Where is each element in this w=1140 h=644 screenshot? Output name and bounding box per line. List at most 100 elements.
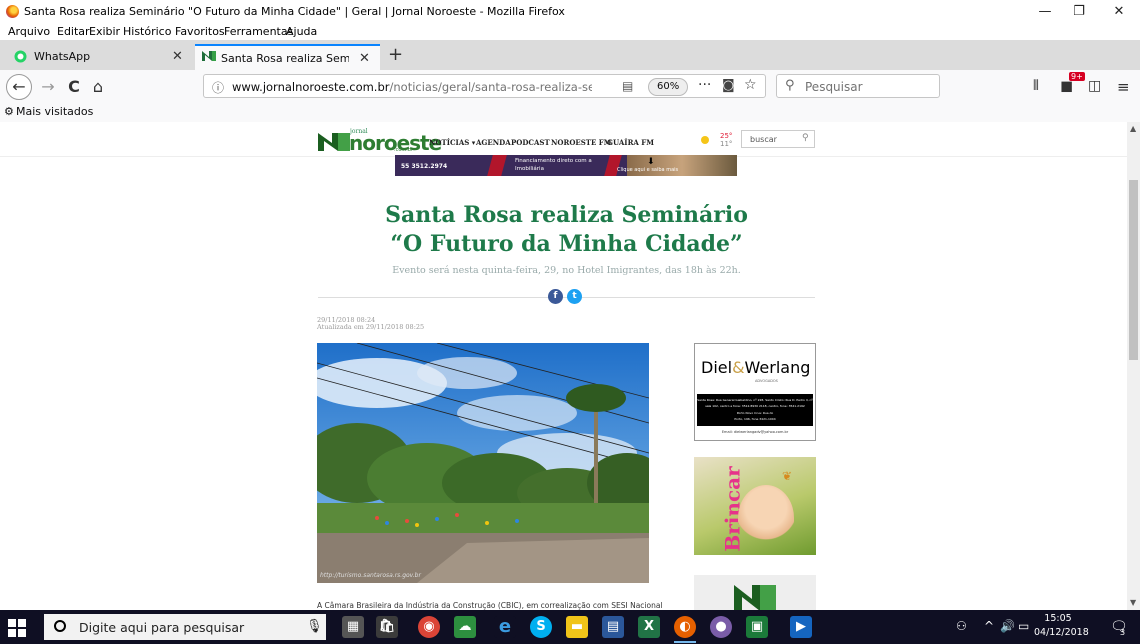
store-icon[interactable]: 🛍 [376,616,398,638]
task-view-icon[interactable]: ▦ [342,616,364,638]
scroll-up-icon[interactable]: ▲ [1130,124,1136,133]
new-tab-button[interactable]: + [388,44,403,65]
zoom-indicator[interactable]: 60% [648,78,689,96]
park-photo-image [317,343,649,583]
noroeste-favicon-icon [202,51,216,61]
tab-jornal-noroeste[interactable]: Santa Rosa realiza Seminário "O ✕ [195,44,380,70]
page-content: jornal noroeste .com.br NOTÍCIAS ▾ AGEND… [0,122,1127,610]
page-scrollbar[interactable]: ▲ ▼ [1127,122,1140,610]
show-hidden-icons[interactable]: ^ [984,619,994,633]
logo-suffix: .com.br [394,147,414,153]
nav-podcast[interactable]: PODCAST [511,138,550,147]
menu-bar: Arquivo Editar Exibir Histórico Favorito… [0,24,1140,40]
site-header: jornal noroeste .com.br NOTÍCIAS ▾ AGEND… [0,122,1127,157]
hamburger-menu-icon[interactable]: ≡ [1117,78,1130,96]
notifications-icon[interactable]: 🗨 [1110,619,1128,635]
notification-count: 3 [1120,628,1126,637]
edge-icon[interactable]: e [494,616,516,638]
pocket-icon[interactable]: ◙ [722,78,735,93]
article-subtitle: Evento será nesta quinta-feira, 29, no H… [392,265,741,276]
window-title-bar: Santa Rosa realiza Seminário "O Futuro d… [0,0,1140,24]
chrome-icon[interactable]: ◉ [418,616,440,638]
info-icon[interactable]: ⓘ [212,79,224,96]
reader-view-icon[interactable]: ▤ [622,79,633,93]
search-icon: ⚲ [785,78,795,93]
image-app-icon[interactable]: ▣ [746,616,768,638]
back-button[interactable]: ← [6,74,32,100]
article-photo[interactable] [317,343,649,583]
clock-time[interactable]: 15:05 [1038,613,1078,624]
top-ad-banner[interactable]: 55 3512.2974 Financiamento direto com aI… [395,155,737,176]
volume-icon[interactable]: 🔊 [1000,619,1015,633]
photo-credit: http://turismo.santarosa.rs.gov.br [320,572,421,579]
bookmarks-toolbar: ⚙ Mais visitados [0,104,1140,123]
home-button[interactable]: ⌂ [86,76,110,98]
ad-diel-werlang-logo: Diel&Werlang [701,358,811,377]
noroeste-logo-icon[interactable] [318,131,350,151]
media-player-icon[interactable]: ▶ [790,616,812,638]
twitter-share-icon[interactable]: t [567,289,582,304]
menu-ferramentas[interactable]: Ferramentas [224,25,293,38]
microphone-icon[interactable]: 🎙 [306,619,323,634]
library-icon[interactable]: ⫴ [1033,78,1039,94]
nav-noroeste-fm[interactable]: NOROESTE FM [551,138,612,147]
excel-icon[interactable]: X [638,616,660,638]
firefox-taskbar-icon[interactable]: ◐ [674,616,696,638]
ad-diel-address-panel: Santa Rosa: Rua General Gaibaldino, nº 2… [697,394,813,426]
people-icon[interactable]: ⚇ [956,619,967,633]
child-image [738,485,794,551]
sheets-app-icon[interactable]: ☁ [454,616,476,638]
file-explorer-icon[interactable]: ▬ [566,616,588,638]
nav-noticias[interactable]: NOTÍCIAS ▾ [429,138,475,147]
bookmark-mais-visitados[interactable]: Mais visitados [16,105,93,118]
ad-phone: 55 3512.2974 [401,163,448,170]
facebook-share-icon[interactable]: f [548,289,563,304]
app-icon[interactable]: ● [710,616,732,638]
minimize-button[interactable]: — [1030,3,1060,21]
page-actions-more-icon[interactable]: ··· [698,77,711,93]
ad-brincar[interactable]: Brincar ❦ [694,457,816,555]
menu-editar[interactable]: Editar [57,25,90,38]
search-bar[interactable]: ⚲ Pesquisar [776,74,940,98]
ad-decoration [487,155,507,176]
taskbar-search-box[interactable]: Digite aqui para pesquisar 🎙 [44,614,326,640]
tab-whatsapp[interactable]: WhatsApp ✕ [6,44,190,70]
menu-arquivo[interactable]: Arquivo [8,25,50,38]
search-icon[interactable]: ⚲ [802,133,809,143]
extension-badge: 9+ [1069,72,1085,81]
whatsapp-icon [14,50,27,63]
nav-guaira-fm[interactable]: GUAÍRA FM [607,138,654,147]
scroll-down-icon[interactable]: ▼ [1130,598,1136,607]
menu-historico[interactable]: Histórico [123,25,171,38]
scrollbar-thumb[interactable] [1129,180,1138,360]
ad-noroeste[interactable] [694,575,816,610]
ad-diel-email: Email: dielwerlangadv@yahoo.com.br [721,430,789,434]
url-bar[interactable]: ⓘ www.jornalnoroeste.com.br/noticias/ger… [203,74,766,98]
sidebar-icon[interactable]: ◫ [1088,78,1101,94]
menu-exibir[interactable]: Exibir [89,25,120,38]
menu-ajuda[interactable]: Ajuda [286,25,317,38]
tab-strip: WhatsApp ✕ Santa Rosa realiza Seminário … [0,40,1140,70]
skype-icon[interactable]: S [530,616,552,638]
close-window-button[interactable]: ✕ [1104,3,1134,21]
url-text[interactable]: www.jornalnoroeste.com.br/noticias/geral… [232,80,592,94]
clock-date[interactable]: 04/12/2018 [1034,627,1089,638]
ad-cta: Clique aqui e saiba mais [617,167,679,173]
windows-start-icon[interactable] [8,619,26,637]
bookmark-star-icon[interactable]: ☆ [744,77,757,93]
menu-favoritos[interactable]: Favoritos [175,25,225,38]
forward-button[interactable]: → [36,76,60,98]
reload-button[interactable]: C [62,76,86,98]
tab-close-button[interactable]: ✕ [172,49,183,64]
nav-agenda[interactable]: AGENDA [476,138,511,147]
tab-close-button[interactable]: ✕ [359,51,370,66]
site-search-input[interactable]: buscar ⚲ [741,130,815,148]
firefox-logo-icon [6,5,19,18]
ad-diel-werlang[interactable]: Diel&Werlang ADVOGADOS Santa Rosa: Rua G… [694,343,816,441]
active-app-indicator [674,641,696,643]
battery-icon[interactable]: ▭ [1018,619,1029,633]
windows-taskbar: Digite aqui para pesquisar 🎙 ▦ 🛍 ◉ ☁ e S… [0,610,1140,644]
maximize-button[interactable]: ❐ [1064,3,1094,21]
butterfly-icon: ❦ [782,469,793,483]
word-icon[interactable]: ▤ [602,616,624,638]
